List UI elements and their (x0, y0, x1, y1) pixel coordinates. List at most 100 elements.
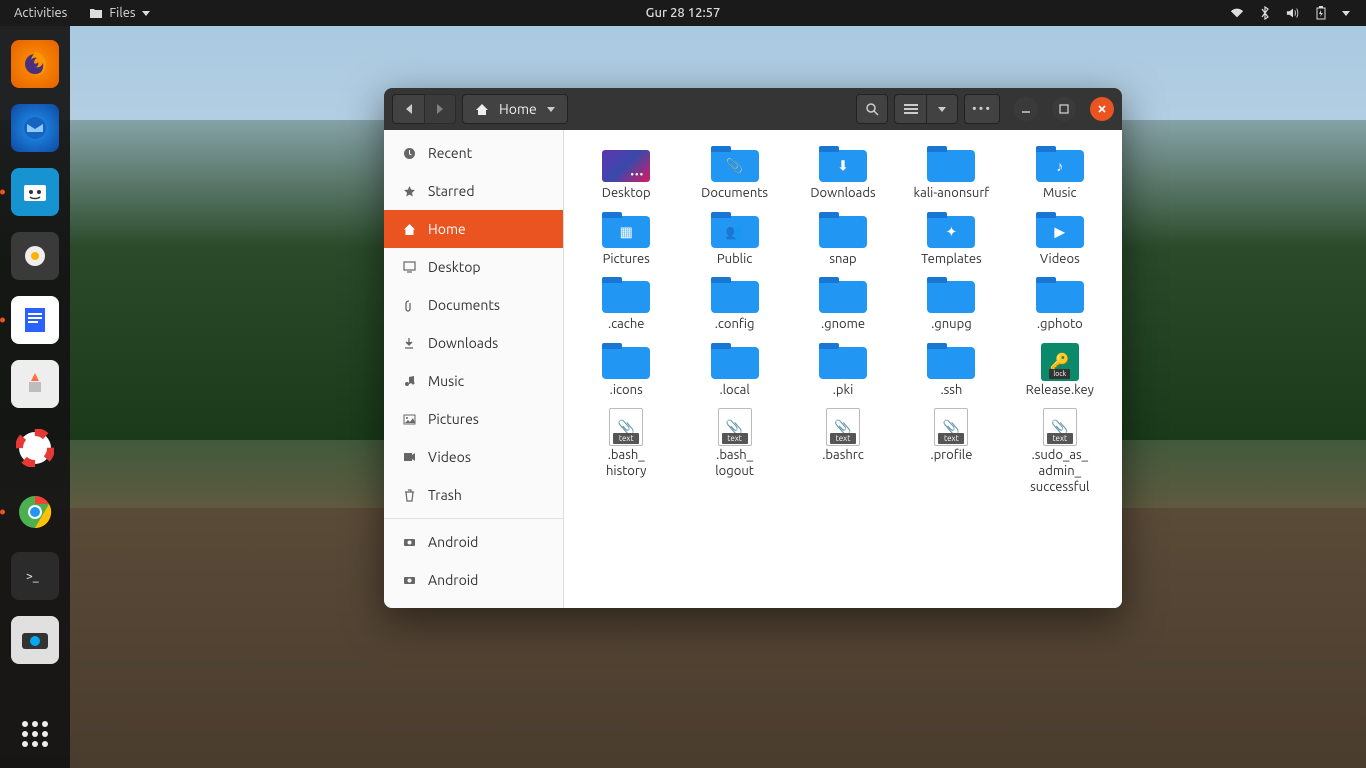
file-item[interactable]: .icons (574, 341, 678, 401)
titlebar[interactable]: Home ••• (384, 88, 1122, 130)
dock-camera[interactable] (11, 616, 59, 664)
file-item[interactable]: 📎.bashrc (791, 406, 895, 497)
path-bar[interactable]: Home (462, 94, 568, 124)
sidebar-item-desktop[interactable]: Desktop (384, 248, 563, 286)
sidebar-item-downloads[interactable]: Downloads (384, 324, 563, 362)
file-label: .bash_history (606, 448, 646, 479)
file-item[interactable]: 📎Documents (682, 144, 786, 204)
file-label: .ssh (940, 383, 962, 399)
file-label: .profile (930, 448, 972, 464)
file-item[interactable]: 👥Public (682, 210, 786, 270)
sidebar-item-starred[interactable]: Starred (384, 172, 563, 210)
file-item[interactable]: ✦Templates (899, 210, 1003, 270)
file-label: Public (717, 252, 752, 268)
folder-icon: ▦ (602, 216, 650, 248)
folder-icon: ✦ (927, 216, 975, 248)
text-file-icon: 📎 (609, 408, 643, 446)
wifi-icon[interactable] (1230, 6, 1244, 20)
dock-chrome[interactable] (11, 488, 59, 536)
sidebar-item-videos[interactable]: Videos (384, 438, 563, 476)
sidebar-item-label: Android (428, 572, 478, 588)
sidebar-item-label: Recent (428, 145, 472, 161)
file-item[interactable]: ⬇Downloads (791, 144, 895, 204)
clock[interactable]: Gur 28 12:57 (646, 6, 721, 20)
dock-software[interactable] (11, 360, 59, 408)
file-label: snap (829, 252, 856, 268)
star-icon (402, 185, 416, 198)
dock-thunderbird[interactable] (11, 104, 59, 152)
sidebar-device-android[interactable]: Android (384, 523, 563, 561)
battery-icon[interactable] (1314, 6, 1328, 20)
home-icon (402, 223, 416, 236)
app-menu-button[interactable]: Files (89, 6, 149, 20)
maximize-button[interactable] (1052, 97, 1076, 121)
dock-firefox[interactable] (11, 40, 59, 88)
sidebar-item-music[interactable]: Music (384, 362, 563, 400)
file-item[interactable]: .ssh (899, 341, 1003, 401)
back-button[interactable] (392, 94, 424, 124)
dock-rhythmbox[interactable] (11, 232, 59, 280)
file-item[interactable]: ▶Videos (1008, 210, 1112, 270)
hamburger-menu-button[interactable]: ••• (964, 94, 1000, 124)
sidebar-item-recent[interactable]: Recent (384, 134, 563, 172)
file-item[interactable]: .gnupg (899, 275, 1003, 335)
volume-icon[interactable] (1286, 6, 1300, 20)
file-item[interactable]: Desktop (574, 144, 678, 204)
file-item[interactable]: kali-anonsurf (899, 144, 1003, 204)
file-item[interactable]: .config (682, 275, 786, 335)
sidebar-item-label: Music (428, 373, 464, 389)
file-label: Downloads (810, 186, 875, 202)
sidebar-device-android[interactable]: Android (384, 561, 563, 599)
file-item[interactable]: .gphoto (1008, 275, 1112, 335)
search-button[interactable] (856, 94, 888, 124)
file-item[interactable]: .pki (791, 341, 895, 401)
activities-button[interactable]: Activities (14, 6, 67, 20)
file-label: .icons (610, 383, 643, 399)
file-item[interactable]: ▦Pictures (574, 210, 678, 270)
bluetooth-icon[interactable] (1258, 6, 1272, 20)
view-list-button[interactable] (894, 94, 926, 124)
dock-help[interactable] (11, 424, 59, 472)
file-item[interactable]: .cache (574, 275, 678, 335)
file-item[interactable]: ♪Music (1008, 144, 1112, 204)
show-applications-button[interactable] (11, 710, 59, 758)
file-item[interactable]: 📎.bash_logout (682, 406, 786, 497)
file-item[interactable]: 📎.sudo_as_admin_successful (1008, 406, 1112, 497)
sidebar-item-label: Home (428, 221, 466, 237)
sidebar-item-home[interactable]: Home (384, 210, 563, 248)
minimize-button[interactable] (1014, 97, 1038, 121)
download-icon (402, 337, 416, 350)
file-label: .cache (608, 317, 645, 333)
file-item[interactable]: .gnome (791, 275, 895, 335)
file-item[interactable]: .local (682, 341, 786, 401)
file-label: Documents (701, 186, 768, 202)
forward-button[interactable] (424, 94, 456, 124)
view-dropdown-button[interactable] (926, 94, 958, 124)
file-label: .bashrc (822, 448, 864, 464)
file-item[interactable]: 📎 .profile (899, 406, 1003, 497)
clock-icon (402, 147, 416, 160)
sidebar-item-label: Pictures (428, 411, 479, 427)
close-button[interactable] (1090, 97, 1114, 121)
file-item[interactable]: 🔑Release.key (1008, 341, 1112, 401)
file-label: kali-anonsurf (914, 186, 990, 202)
camera-icon (402, 575, 416, 585)
folder-icon (819, 216, 867, 248)
dock: >_ (0, 26, 70, 768)
file-view[interactable]: Desktop📎Documents⬇Downloadskali-anonsurf… (564, 130, 1122, 608)
system-menu-icon[interactable] (1342, 11, 1350, 16)
folder-icon (927, 347, 975, 379)
sidebar-item-label: Starred (428, 183, 475, 199)
file-item[interactable]: 📎.bash_history (574, 406, 678, 497)
folder-icon: ♪ (1036, 150, 1084, 182)
dock-files[interactable] (11, 168, 59, 216)
sidebar-item-documents[interactable]: Documents (384, 286, 563, 324)
sidebar-item-trash[interactable]: Trash (384, 476, 563, 514)
dock-terminal[interactable]: >_ (11, 552, 59, 600)
folder-icon (602, 281, 650, 313)
sidebar-item-pictures[interactable]: Pictures (384, 400, 563, 438)
text-file-icon: 📎 (934, 408, 968, 446)
dock-libreoffice[interactable] (11, 296, 59, 344)
file-label: .bash_logout (715, 448, 754, 479)
file-item[interactable]: snap (791, 210, 895, 270)
